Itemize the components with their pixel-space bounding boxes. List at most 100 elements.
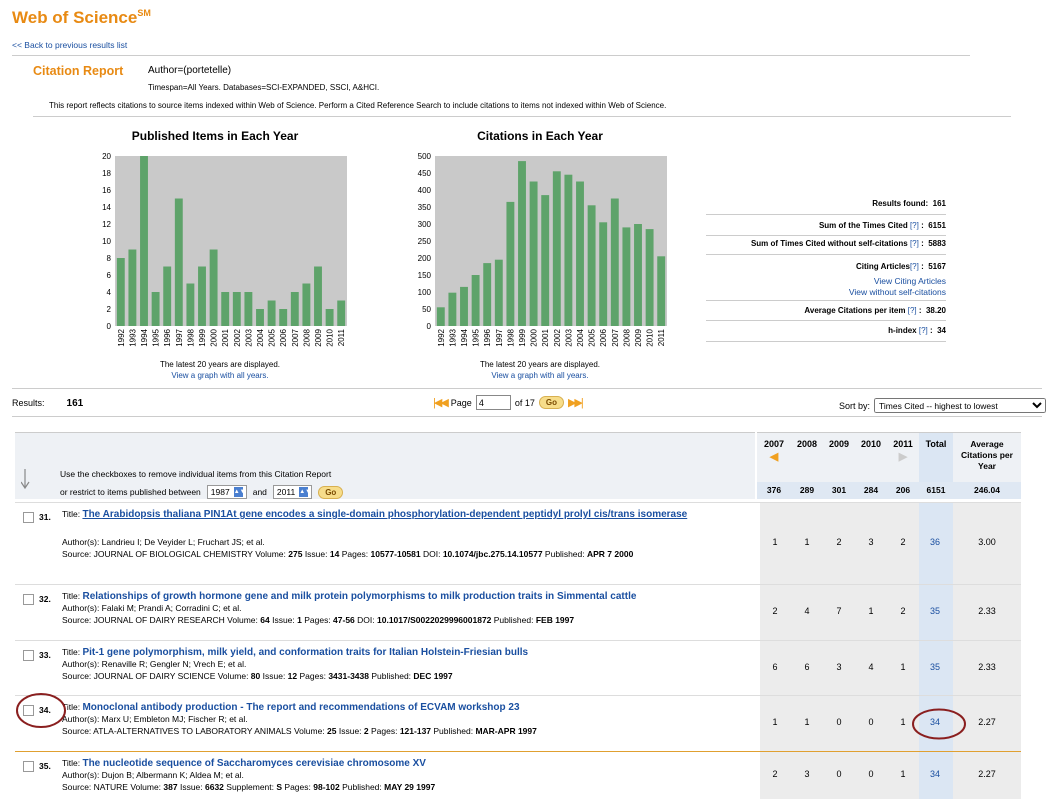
page-go-button[interactable]: Go xyxy=(538,396,564,409)
row-year-cites: 6 xyxy=(772,661,778,672)
x-tick-label: 2000 xyxy=(530,328,539,346)
y-tick-label: 350 xyxy=(418,203,432,212)
row-title: Title: The Arabidopsis thaliana PIN1At g… xyxy=(62,509,688,520)
row-checkbox[interactable] xyxy=(23,761,34,772)
annotation-circle-total xyxy=(912,708,966,740)
y-tick-label: 6 xyxy=(107,271,112,280)
report-timespan: Timespan=All Years. Databases=SCI-EXPAND… xyxy=(148,83,380,92)
page-label: Page xyxy=(450,397,472,408)
filter-go-button[interactable]: Go xyxy=(318,485,344,499)
row-source: Source: JOURNAL OF BIOLOGICAL CHEMISTRY … xyxy=(62,549,634,559)
bar-2003 xyxy=(564,174,573,326)
bar-2003 xyxy=(244,292,253,326)
y-tick-label: 150 xyxy=(418,271,432,280)
y-tick-label: 250 xyxy=(418,237,432,246)
back-to-results-link[interactable]: << Back to previous results list xyxy=(12,40,127,50)
x-tick-label: 1997 xyxy=(495,328,504,346)
article-title-link[interactable]: The nucleotide sequence of Saccharomyces… xyxy=(82,758,425,769)
help-link[interactable]: [?] xyxy=(910,239,919,248)
column-sum: 284 xyxy=(855,482,887,499)
col-header-average: Average Citations per Year xyxy=(953,432,1021,482)
bar-2009 xyxy=(314,266,322,326)
x-tick-label: 1993 xyxy=(128,328,137,346)
row-title: Title: Pit-1 gene polymorphism, milk yie… xyxy=(62,647,529,658)
x-tick-label: 2009 xyxy=(634,328,643,346)
x-tick-label: 1999 xyxy=(198,328,207,346)
x-tick-label: 2004 xyxy=(256,328,265,346)
row-title: Title: Relationships of growth hormone g… xyxy=(62,591,637,602)
chart2-all-years-link[interactable]: View a graph with all years. xyxy=(420,371,660,380)
pager: |◀◀ Page of 17 Go ▶▶| xyxy=(433,395,584,410)
bar-1996 xyxy=(163,266,172,326)
x-tick-label: 1998 xyxy=(506,328,515,346)
x-tick-label: 1995 xyxy=(152,328,161,346)
row-total-link[interactable]: 35 xyxy=(920,662,950,672)
row-title: Title: The nucleotide sequence of Saccha… xyxy=(62,758,426,769)
bar-2006 xyxy=(599,222,608,326)
row-average: 2.33 xyxy=(978,606,996,616)
bar-2000 xyxy=(209,249,218,326)
row-year-cites: 4 xyxy=(868,661,874,672)
article-title-link[interactable]: Pit-1 gene polymorphism, milk yield, and… xyxy=(82,647,528,658)
x-tick-label: 2010 xyxy=(326,328,335,346)
plot-area xyxy=(115,156,347,326)
row-title: Title: Monoclonal antibody production - … xyxy=(62,702,520,713)
x-tick-label: 2002 xyxy=(553,328,562,346)
x-tick-label: 1992 xyxy=(437,328,446,346)
citations-chart: 0501001502002503003504004505001992 1993 19… xyxy=(418,152,667,347)
column-sum: 289 xyxy=(791,482,823,499)
from-year-select[interactable]: 1987 ▲▼ xyxy=(206,485,247,499)
chart1-title: Published Items in Each Year xyxy=(131,129,299,143)
table-header: Use the checkboxes to remove individual … xyxy=(15,432,755,499)
row-checkbox[interactable] xyxy=(23,650,34,661)
chart1-all-years-link[interactable]: View a graph with all years. xyxy=(100,371,340,380)
row-average: 2.27 xyxy=(978,769,996,779)
row-average: 2.33 xyxy=(978,661,996,672)
y-tick-label: 10 xyxy=(102,237,111,246)
view-citing-articles-link[interactable]: View Citing Articles xyxy=(874,276,946,286)
row-authors: Author(s): Landrieu I; De Veyider L; Fru… xyxy=(62,537,265,547)
page-input[interactable] xyxy=(475,395,511,410)
col-header-year: 2011 ▶ xyxy=(887,432,919,482)
row-checkbox[interactable] xyxy=(23,512,34,523)
x-tick-label: 2003 xyxy=(244,328,253,346)
prev-years-icon[interactable]: ◀ xyxy=(757,450,791,463)
h-index: h-index [?] : 34 xyxy=(888,326,946,335)
row-number: 31. xyxy=(39,512,51,522)
page-title: Citation Report xyxy=(33,64,124,78)
bar-1995 xyxy=(151,292,160,326)
sort-select[interactable]: Times Cited -- highest to lowest xyxy=(874,398,1047,413)
first-page-icon[interactable]: |◀◀ xyxy=(433,396,449,409)
row-year-cites: 1 xyxy=(772,537,778,547)
row-total-link[interactable]: 35 xyxy=(920,606,950,616)
row-average: 3.00 xyxy=(978,537,996,547)
next-years-icon[interactable]: ▶ xyxy=(887,450,919,463)
row-year-cites: 2 xyxy=(772,769,778,779)
x-tick-label: 2008 xyxy=(622,328,631,346)
bar-2001 xyxy=(541,195,550,326)
row-number: 32. xyxy=(39,594,51,604)
row-authors: Author(s): Renaville R; Gengler N; Vrech… xyxy=(62,659,247,669)
to-year-select[interactable]: 2011 ▲▼ xyxy=(272,485,313,499)
help-link[interactable]: [?] xyxy=(908,306,917,315)
last-page-icon[interactable]: ▶▶| xyxy=(568,396,584,409)
y-tick-label: 0 xyxy=(107,322,112,331)
help-link[interactable]: [?] xyxy=(910,221,919,230)
article-title-link[interactable]: The Arabidopsis thaliana PIN1At gene enc… xyxy=(82,509,687,520)
divider xyxy=(12,55,970,56)
article-title-link[interactable]: Relationships of growth hormone gene and… xyxy=(82,591,636,602)
row-source: Source: JOURNAL OF DAIRY SCIENCE Volume:… xyxy=(62,671,453,681)
row-authors: Author(s): Dujon B; Albermann K; Aldea M… xyxy=(62,770,244,780)
view-without-self-link[interactable]: View without self-citations xyxy=(849,287,946,297)
row-total-link[interactable]: 34 xyxy=(920,769,950,779)
row-total-link[interactable]: 36 xyxy=(920,537,950,547)
chart2-title: Citations in Each Year xyxy=(477,129,603,143)
column-sum: 206 xyxy=(887,482,919,499)
help-link[interactable]: [?] xyxy=(910,262,919,271)
article-title-link[interactable]: Monoclonal antibody production - The rep… xyxy=(82,702,519,713)
bar-2010 xyxy=(645,229,654,326)
row-checkbox[interactable] xyxy=(23,594,34,605)
help-link[interactable]: [?] xyxy=(919,326,928,335)
y-tick-label: 12 xyxy=(102,220,111,229)
x-tick-label: 2001 xyxy=(221,328,230,346)
